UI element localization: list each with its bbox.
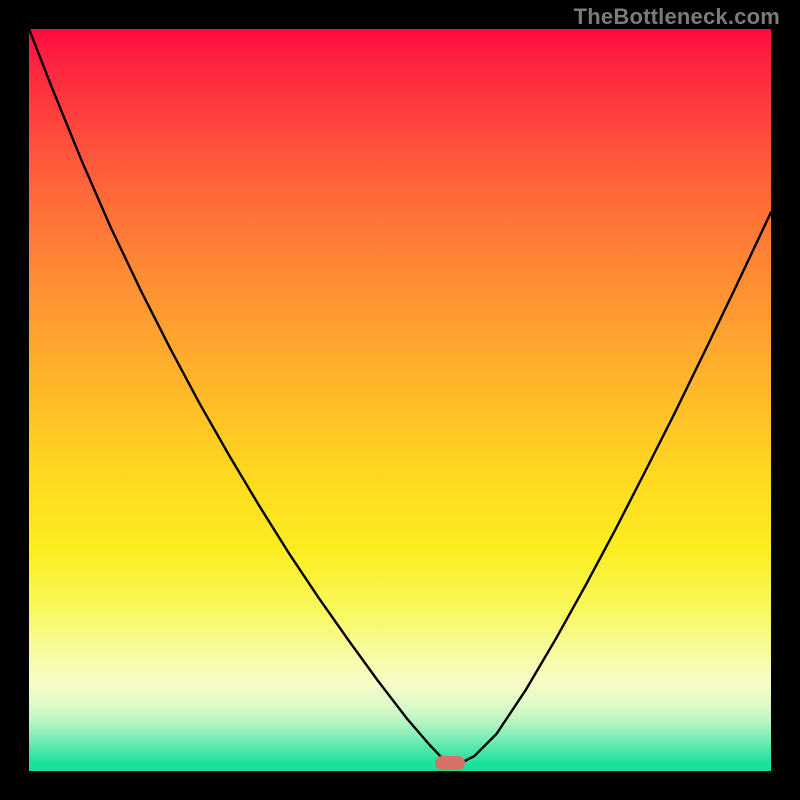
bottleneck-curve (29, 29, 771, 771)
watermark-text: TheBottleneck.com (574, 4, 780, 30)
optimal-marker (435, 756, 465, 770)
plot-area (29, 29, 771, 771)
chart-frame: TheBottleneck.com (0, 0, 800, 800)
